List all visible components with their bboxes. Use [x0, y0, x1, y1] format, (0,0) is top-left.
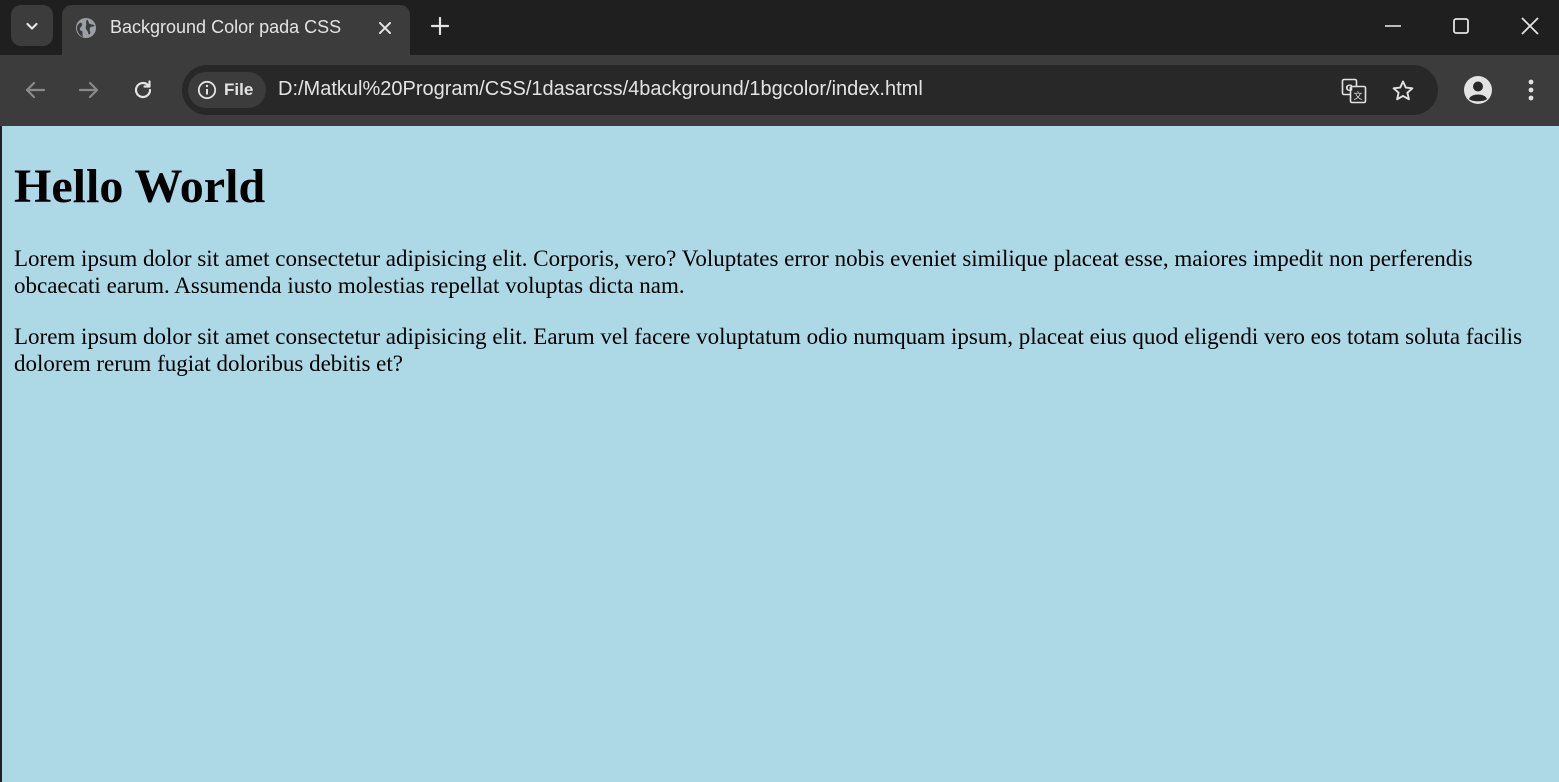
forward-arrow-icon: [78, 81, 99, 99]
svg-text:文: 文: [1354, 90, 1363, 102]
new-tab-button[interactable]: [426, 12, 454, 40]
profile-icon: [1464, 76, 1492, 104]
paragraph-2: Lorem ipsum dolor sit amet consectetur a…: [14, 324, 1523, 376]
maximize-button[interactable]: [1438, 8, 1484, 44]
chevron-down-icon: [26, 22, 38, 30]
reload-button[interactable]: [126, 73, 160, 107]
globe-icon: [76, 18, 96, 38]
profile-button[interactable]: [1461, 72, 1495, 108]
active-tab[interactable]: Background Color pada CSS: [62, 5, 410, 55]
minimize-button[interactable]: [1370, 8, 1416, 44]
site-info-label: File: [224, 80, 254, 99]
tab-strip: Background Color pada CSS: [0, 0, 1559, 55]
kebab-menu-icon: [1528, 79, 1534, 101]
tab-close-button[interactable]: [374, 17, 396, 39]
tab-search-button[interactable]: [11, 5, 53, 46]
maximize-icon: [1453, 18, 1469, 34]
site-info-chip[interactable]: File: [188, 72, 266, 108]
plus-icon: [430, 16, 450, 36]
close-window-button[interactable]: [1507, 8, 1553, 44]
reload-icon: [134, 80, 152, 99]
back-button[interactable]: [18, 73, 52, 107]
paragraph-1: Lorem ipsum dolor sit amet consectetur a…: [14, 246, 1473, 298]
star-icon: [1392, 80, 1414, 101]
svg-text:G: G: [1346, 84, 1353, 94]
page-heading: Hello World: [14, 160, 266, 213]
back-arrow-icon: [25, 81, 46, 99]
browser-menu-button[interactable]: [1514, 72, 1548, 108]
forward-button[interactable]: [72, 73, 106, 107]
bookmark-button[interactable]: [1389, 77, 1417, 105]
page-content: Hello World Lorem ipsum dolor sit amet c…: [2, 126, 1559, 782]
info-icon: [197, 80, 217, 100]
close-icon: [379, 22, 391, 34]
browser-toolbar: File D:/Matkul%20Program/CSS/1dasarcss/4…: [0, 55, 1559, 126]
address-bar[interactable]: File D:/Matkul%20Program/CSS/1dasarcss/4…: [182, 65, 1438, 115]
translate-icon: G 文: [1341, 78, 1367, 104]
minimize-icon: [1385, 25, 1401, 27]
translate-button[interactable]: G 文: [1340, 77, 1368, 105]
close-icon: [1521, 17, 1539, 35]
tab-title: Background Color pada CSS: [110, 17, 342, 37]
url-text[interactable]: D:/Matkul%20Program/CSS/1dasarcss/4backg…: [278, 78, 923, 101]
